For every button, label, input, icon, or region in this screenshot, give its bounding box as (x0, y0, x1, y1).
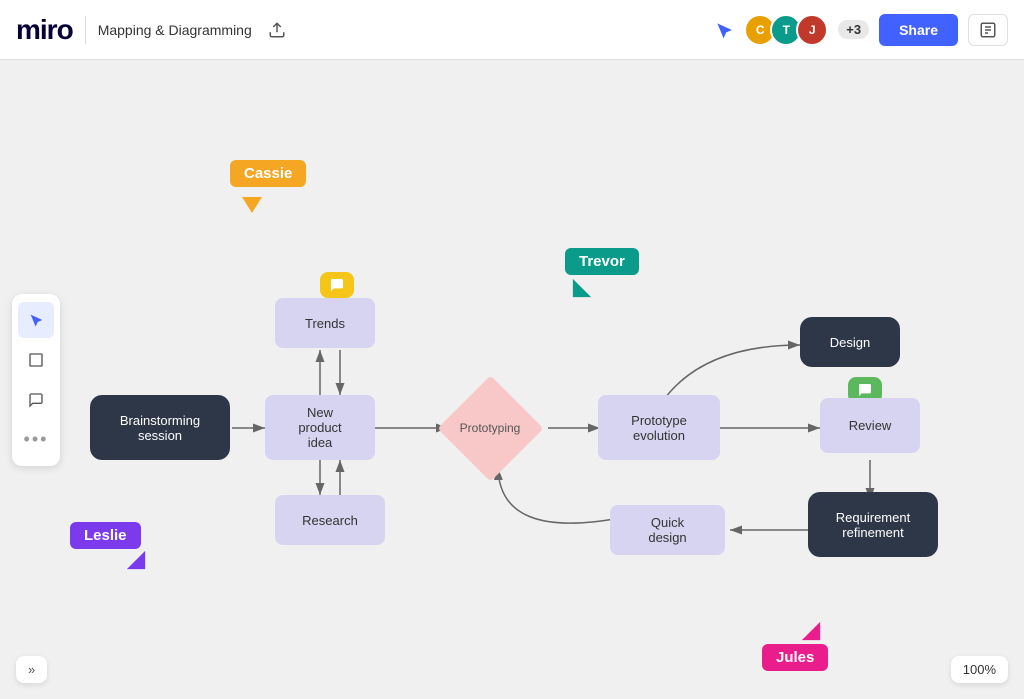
miro-logo[interactable]: miro (16, 14, 73, 46)
plus-count: +3 (838, 20, 869, 39)
left-toolbar: ••• (12, 294, 60, 466)
node-research[interactable]: Research (275, 495, 385, 545)
cursor-tool[interactable] (18, 302, 54, 338)
node-quick-design[interactable]: Quick design (610, 505, 725, 555)
avatar-group: C T J (744, 14, 828, 46)
leslie-label: Leslie (70, 522, 141, 549)
node-requirement-refinement[interactable]: Requirement refinement (808, 492, 938, 557)
sticky-tool[interactable] (18, 342, 54, 378)
trends-chat-icon (320, 272, 354, 298)
canvas[interactable]: ••• (0, 60, 1024, 699)
node-brainstorming[interactable]: Brainstorming session (90, 395, 230, 460)
cursor-jules: Jules (762, 620, 828, 671)
notes-button[interactable] (968, 14, 1008, 46)
share-button[interactable]: Share (879, 14, 958, 46)
cursor-trevor: Trevor (565, 248, 639, 299)
leslie-cursor-arrow (125, 549, 147, 571)
node-design[interactable]: Design (800, 317, 900, 367)
node-trends[interactable]: Trends (275, 298, 375, 348)
trevor-label: Trevor (565, 248, 639, 275)
avatar-jules: J (796, 14, 828, 46)
trevor-cursor-arrow (571, 277, 593, 299)
header-divider (85, 16, 86, 44)
upload-button[interactable] (264, 17, 290, 43)
jules-cursor-arrow (800, 620, 822, 642)
node-prototype-evolution[interactable]: Prototype evolution (598, 395, 720, 460)
cursor-leslie: Leslie (70, 522, 147, 571)
cassie-label: Cassie (230, 160, 306, 187)
cursor-cassie: Cassie (230, 160, 306, 215)
jules-label: Jules (762, 644, 828, 671)
header: miro Mapping & Diagramming C T J +3 Shar… (0, 0, 1024, 60)
board-title[interactable]: Mapping & Diagramming (98, 22, 252, 38)
header-right: C T J +3 Share (714, 14, 1008, 46)
cassie-cursor-arrow (240, 191, 264, 215)
collapse-button[interactable]: » (16, 656, 47, 683)
cursor-icon (714, 20, 734, 40)
node-review[interactable]: Review (820, 398, 920, 453)
node-prototyping[interactable]: Prototyping (440, 388, 540, 468)
zoom-level: 100% (951, 656, 1008, 683)
comment-tool[interactable] (18, 382, 54, 418)
more-tools[interactable]: ••• (18, 422, 54, 458)
node-new-product[interactable]: New product idea (265, 395, 375, 460)
